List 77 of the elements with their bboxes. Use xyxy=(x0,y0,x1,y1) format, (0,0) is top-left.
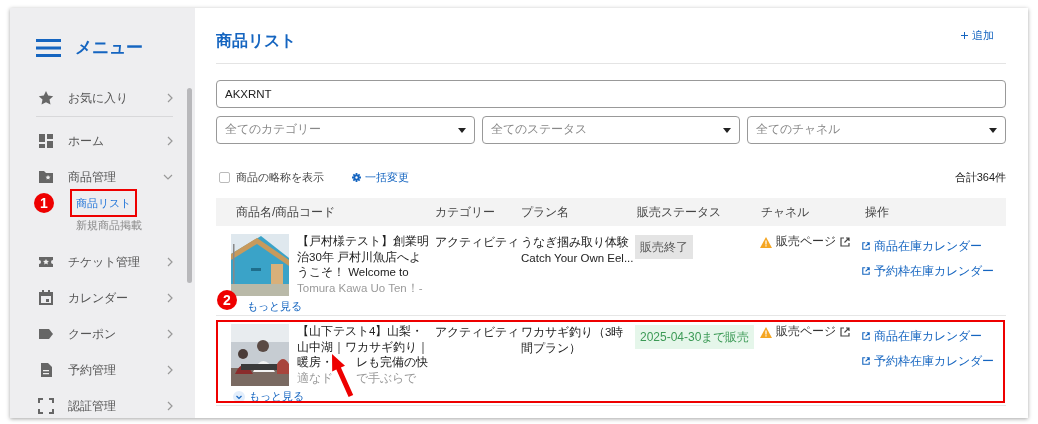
external-link-icon xyxy=(862,267,870,275)
caret-down-icon xyxy=(989,127,997,133)
bulk-edit-link[interactable]: 一括変更 xyxy=(352,168,409,186)
add-button[interactable]: 追加 xyxy=(961,27,1006,44)
plan-name: ワカサギ釣り（3時 xyxy=(521,325,625,340)
column-header: 販売ステータス xyxy=(636,204,722,221)
category-cell-text: アクティビティ xyxy=(434,325,516,340)
total-count: 合計364件 xyxy=(954,169,1006,185)
checkbox-label: 商品の略称を表示 xyxy=(236,169,324,185)
show-more-link[interactable]: もっと見る xyxy=(247,298,302,315)
status-badge: 販売終了 xyxy=(635,235,693,259)
product-name-text: Tomura Kawa Uo Ten！- xyxy=(297,280,423,296)
sidebar-item[interactable]: クーポン xyxy=(10,316,195,352)
step-number: 2 xyxy=(217,290,237,310)
submenu-item[interactable]: 商品リスト xyxy=(76,194,131,212)
page-title: 商品リスト xyxy=(216,30,296,51)
sidebar-item[interactable]: ホーム xyxy=(10,123,195,159)
product-name-text: 【山下テスト4】山梨・ xyxy=(297,324,424,339)
external-link-icon xyxy=(840,237,850,247)
action-link[interactable]: 予約枠在庫カレンダー xyxy=(862,352,1006,370)
sales-page-link[interactable]: 販売ページ xyxy=(756,324,860,340)
product-name-text: 適なド xyxy=(297,370,333,386)
menu-icon[interactable] xyxy=(36,39,61,57)
ticket-icon xyxy=(38,254,54,270)
action-link[interactable]: 商品在庫カレンダー xyxy=(862,327,1006,345)
tag-icon xyxy=(38,326,54,342)
filter-dropdown[interactable]: 全てのカテゴリー xyxy=(216,116,475,144)
warning-icon xyxy=(760,326,772,338)
category-cell-text: アクティビティ xyxy=(434,235,516,250)
caret-down-icon xyxy=(457,127,466,133)
product-name-text: 治30年 戸村川魚店へよ xyxy=(297,249,421,265)
product-name-text: 【戸村様テスト】創業明 xyxy=(297,234,429,249)
column-header: プラン名 xyxy=(520,204,570,221)
scrollbar[interactable] xyxy=(187,88,192,283)
column-header: 操作 xyxy=(864,204,890,221)
filter-dropdown[interactable]: 全てのチャネル xyxy=(747,116,1006,144)
external-link-icon xyxy=(862,242,870,250)
sidebar-item[interactable]: カレンダー xyxy=(10,280,195,316)
calendar-icon xyxy=(38,290,54,306)
external-link-icon xyxy=(840,327,850,337)
filter-dropdown[interactable]: 全てのステータス xyxy=(481,116,741,144)
plan-name: 間プラン） xyxy=(521,341,582,356)
external-link-icon xyxy=(862,357,870,365)
product-name-text: 暖房・ xyxy=(297,355,333,370)
action-link[interactable]: 商品在庫カレンダー xyxy=(862,237,1006,255)
product-name-text: レも完備の快 xyxy=(356,355,428,370)
sidebar-item[interactable]: 認証管理 xyxy=(10,388,195,418)
plan-name: Catch Your Own Eel... xyxy=(521,251,632,266)
column-header: チャネル xyxy=(760,204,810,221)
sidebar-item[interactable]: 予約管理 xyxy=(10,352,195,388)
search-field[interactable]: AKXRNT xyxy=(216,80,1006,108)
plan-name: うなぎ掴み取り体験 xyxy=(521,235,630,250)
menu-title: メニュー xyxy=(75,37,143,60)
external-link-icon xyxy=(862,332,870,340)
star-icon xyxy=(38,90,54,106)
product-name-text: うこそ！ Welcome to xyxy=(297,265,409,280)
product-name-text: で手ぶらで xyxy=(356,370,416,386)
step-number: 1 xyxy=(34,193,54,213)
caret-down-icon xyxy=(723,127,732,133)
plus-icon xyxy=(961,32,968,39)
gear-icon xyxy=(352,172,361,182)
dashboard-icon xyxy=(38,133,54,149)
document-icon xyxy=(38,362,54,378)
sidebar-item[interactable]: お気に入り xyxy=(10,80,195,116)
submenu-item[interactable]: 新規商品掲載 xyxy=(76,216,142,234)
warning-icon xyxy=(760,236,772,248)
product-name-text: 山中湖｜ワカサギ釣り｜ xyxy=(297,339,429,355)
status-badge: 2025-04-30まで販売 xyxy=(635,325,755,349)
column-header: 商品名/商品コード xyxy=(235,204,337,221)
checkbox[interactable] xyxy=(219,171,230,183)
scan-frame-icon xyxy=(38,398,54,414)
action-link[interactable]: 予約枠在庫カレンダー xyxy=(862,262,1006,280)
folder-icon xyxy=(38,169,54,185)
sales-page-link[interactable]: 販売ページ xyxy=(756,234,860,250)
column-header: カテゴリー xyxy=(434,204,496,221)
sidebar-item[interactable]: チケット管理 xyxy=(10,244,195,280)
sidebar-item[interactable]: 商品管理 xyxy=(10,159,195,195)
